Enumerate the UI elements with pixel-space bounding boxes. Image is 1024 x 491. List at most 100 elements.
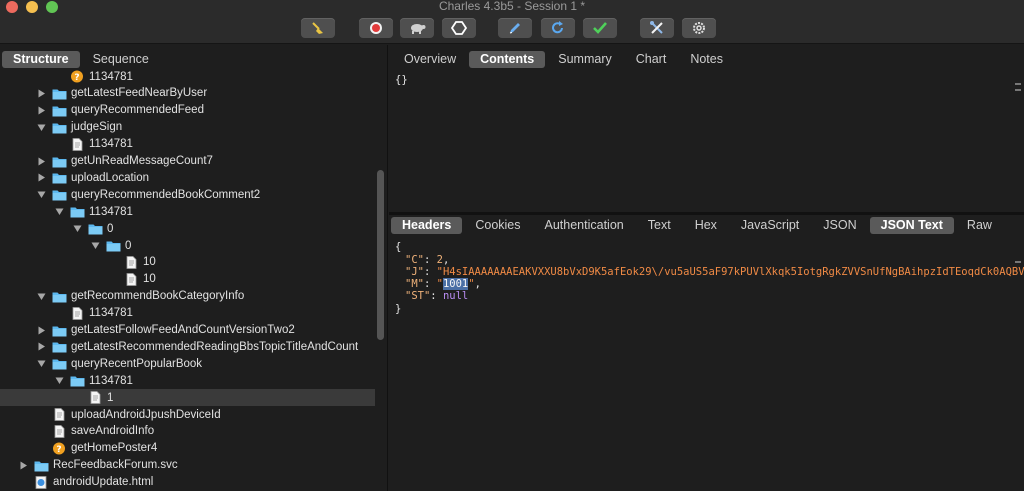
disclosure-collapsed-icon[interactable]: [37, 157, 46, 166]
tree-row-label: 1: [107, 391, 114, 404]
svg-text:?: ?: [74, 73, 79, 83]
tab-raw[interactable]: Raw: [956, 217, 1003, 234]
file-icon: [52, 424, 67, 438]
tree-row[interactable]: 1134781: [0, 136, 375, 153]
tab-json[interactable]: JSON: [812, 217, 867, 234]
tab-authentication[interactable]: Authentication: [534, 217, 635, 234]
disclosure-collapsed-icon[interactable]: [37, 326, 46, 335]
settings-button[interactable]: [682, 18, 716, 38]
folder-icon: [106, 239, 121, 252]
tree-row-label: 10: [143, 256, 156, 269]
tree-row[interactable]: getLatestRecommendedReadingBbsTopicTitle…: [0, 338, 375, 355]
file-icon: [88, 391, 103, 404]
json-line-m: "M": "1001",: [405, 278, 481, 290]
folder-icon: [52, 171, 67, 184]
disclosure-expanded-icon[interactable]: [37, 190, 46, 199]
tab-summary[interactable]: Summary: [547, 51, 622, 68]
folder-icon: [70, 205, 85, 218]
response-json-pane[interactable]: { "C": 2, "J": "H4sIAAAAAAAEAKVXXU8bVxD9…: [389, 238, 1024, 491]
disclosure-expanded-icon[interactable]: [55, 376, 64, 385]
disclosure-expanded-icon[interactable]: [73, 224, 82, 233]
disclosure-collapsed-icon[interactable]: [37, 106, 46, 115]
disclosure-collapsed-icon[interactable]: [19, 461, 28, 470]
disclosure-collapsed-icon[interactable]: [37, 173, 46, 182]
tree-row[interactable]: 1: [0, 389, 375, 407]
tree-row[interactable]: getUnReadMessageCount7: [0, 153, 375, 170]
tree-row[interactable]: RecFeedbackForum.svc: [0, 457, 375, 474]
clear-session-button[interactable]: [301, 18, 335, 38]
tab-structure[interactable]: Structure: [2, 50, 80, 68]
breakpoints-button[interactable]: [442, 18, 476, 38]
tree-row[interactable]: getRecommendBookCategoryInfo: [0, 288, 375, 305]
file-icon: [124, 255, 139, 269]
tree-row-label: getHomePoster4: [71, 442, 158, 455]
tree-row[interactable]: queryRecentPopularBook: [0, 355, 375, 372]
tree-row[interactable]: uploadLocation: [0, 169, 375, 186]
json-value-c: 2: [436, 254, 443, 266]
json-value-m-selected: 1001: [442, 278, 469, 290]
tree-row[interactable]: ? 1134781: [0, 68, 375, 85]
tree-row-label: 1134781: [89, 138, 133, 151]
tree-row[interactable]: androidUpdate.html: [0, 474, 375, 491]
detail-panel: Overview Contents Summary Chart Notes {}…: [389, 45, 1024, 491]
validate-button[interactable]: [583, 18, 617, 38]
tab-text[interactable]: Text: [637, 217, 682, 234]
turtle-icon: [411, 24, 426, 34]
tree-row[interactable]: 1134781: [0, 203, 375, 220]
folder-icon: [52, 324, 67, 337]
record-icon: [370, 22, 382, 34]
tools-button[interactable]: [640, 18, 674, 38]
tab-json-text[interactable]: JSON Text: [869, 216, 954, 234]
record-button[interactable]: [359, 18, 393, 38]
json-open-brace: {: [395, 241, 402, 253]
tab-contents[interactable]: Contents: [469, 50, 546, 68]
disclosure-collapsed-icon[interactable]: [37, 342, 46, 351]
tree-row[interactable]: uploadAndroidJpushDeviceId: [0, 406, 375, 423]
tree-row[interactable]: 10: [0, 271, 375, 288]
file-icon: [52, 408, 67, 421]
tree-row-label: judgeSign: [71, 121, 123, 134]
request-body-pane[interactable]: {}: [389, 67, 1024, 212]
tree-row-label: RecFeedbackForum.svc: [53, 459, 178, 472]
tree-row[interactable]: getLatestFeedNearByUser: [0, 85, 375, 102]
tree-row[interactable]: 10: [0, 254, 375, 271]
disclosure-collapsed-icon[interactable]: [37, 89, 46, 98]
tab-chart[interactable]: Chart: [625, 51, 678, 68]
tab-headers[interactable]: Headers: [391, 216, 463, 234]
folder-icon: [88, 222, 103, 235]
tree-row-label: queryRecommendedFeed: [71, 104, 204, 117]
disclosure-expanded-icon[interactable]: [37, 123, 46, 132]
tree-row[interactable]: 1134781: [0, 372, 375, 389]
json-line-st: "ST": null: [405, 290, 469, 302]
tree-row[interactable]: queryRecommendedBookComment2: [0, 186, 375, 203]
tree-row[interactable]: 0: [0, 237, 375, 254]
tab-javascript[interactable]: JavaScript: [730, 217, 810, 234]
tree-row[interactable]: judgeSign: [0, 119, 375, 136]
tree-row[interactable]: queryRecommendedFeed: [0, 102, 375, 119]
tree-row[interactable]: 0: [0, 220, 375, 237]
gear-icon: [693, 22, 705, 34]
tab-cookies[interactable]: Cookies: [464, 217, 531, 234]
disclosure-expanded-icon[interactable]: [91, 241, 100, 250]
tab-hex[interactable]: Hex: [684, 217, 728, 234]
repeat-button[interactable]: [541, 18, 575, 38]
disclosure-expanded-icon[interactable]: [37, 359, 46, 368]
tree-row[interactable]: getLatestFollowFeedAndCountVersionTwo2: [0, 322, 375, 339]
tree-row[interactable]: saveAndroidInfo: [0, 423, 375, 440]
disclosure-expanded-icon[interactable]: [55, 207, 64, 216]
tab-notes[interactable]: Notes: [679, 51, 734, 68]
tab-sequence[interactable]: Sequence: [82, 51, 160, 68]
disclosure-expanded-icon[interactable]: [37, 292, 46, 301]
compose-button[interactable]: [498, 18, 532, 38]
tab-overview[interactable]: Overview: [393, 51, 467, 68]
tree-scrollbar[interactable]: [377, 170, 384, 340]
tree-row[interactable]: 1134781: [0, 305, 375, 322]
folder-icon: [52, 87, 67, 100]
throttle-button[interactable]: [400, 18, 434, 38]
tree-row[interactable]: ? getHomePoster4: [0, 440, 375, 457]
